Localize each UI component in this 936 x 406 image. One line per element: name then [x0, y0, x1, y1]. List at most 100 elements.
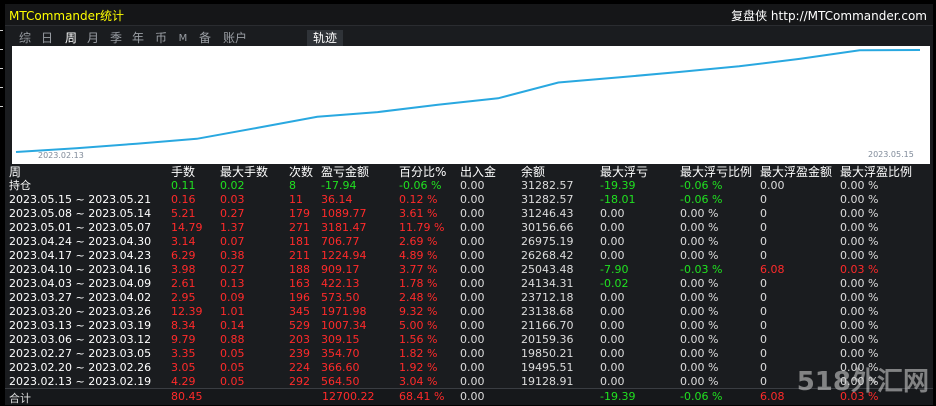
cell-maxlots: 0.88 [220, 333, 245, 346]
table-row[interactable]: 2023.04.10 ~ 2023.04.16 3.98 0.27 188 909.17… [5, 263, 933, 277]
column-header-maxddpct[interactable]: 最大浮亏比例 [680, 165, 752, 179]
column-header-maxdd[interactable]: 最大浮亏 [600, 165, 648, 179]
table-row[interactable]: 2023.04.24 ~ 2023.04.30 3.14 0.07 181 706.77… [5, 235, 933, 249]
cell-week: 2023.04.24 ~ 2023.04.30 [9, 235, 152, 248]
cell-count: 196 [289, 291, 310, 304]
cell-maxfppct: 0.03 % [840, 263, 879, 276]
cell-pct: 3.04 % [399, 375, 438, 388]
cell-week: 2023.05.15 ~ 2023.05.21 [9, 193, 152, 206]
cell-io: 0.00 [460, 347, 485, 360]
cell-pnl: 1007.34 [321, 319, 367, 332]
brand-link[interactable]: 复盘侠 http://MTCommander.com [731, 7, 927, 24]
tab-m[interactable]: M [177, 30, 189, 47]
total-pct: 68.41 % [399, 390, 445, 403]
cell-count: 529 [289, 319, 310, 332]
cell-count: 203 [289, 333, 310, 346]
cell-pnl: 1971.98 [321, 305, 367, 318]
table-row[interactable]: 2023.04.17 ~ 2023.04.23 6.29 0.38 211 1224.9… [5, 249, 933, 263]
cell-io: 0.00 [460, 333, 485, 346]
cell-maxdd: -19.39 [600, 179, 636, 192]
cell-maxfppct: 0.00 % [840, 277, 879, 290]
tab-note[interactable]: 备 [197, 30, 213, 47]
cell-maxlots: 1.37 [220, 221, 245, 234]
brand-url[interactable]: http://MTCommander.com [771, 9, 927, 23]
table-row[interactable]: 2023.04.03 ~ 2023.04.09 2.61 0.13 163 422.13… [5, 277, 933, 291]
cell-maxddpct: 0.00 % [680, 249, 719, 262]
cell-pnl: 3181.47 [321, 221, 367, 234]
cell-maxddpct: 0.00 % [680, 333, 719, 346]
cell-io: 0.00 [460, 319, 485, 332]
cell-bal: 31246.43 [521, 207, 574, 220]
cell-maxfppct: 0.00 % [840, 221, 879, 234]
brand-name: 复盘侠 [731, 9, 768, 23]
table-row[interactable]: 2023.03.27 ~ 2023.04.02 2.95 0.09 196 573.50… [5, 291, 933, 305]
cell-maxlots: 0.03 [220, 193, 245, 206]
cell-maxlots: 0.05 [220, 361, 245, 374]
window-title: MTCommander统计 [9, 9, 124, 23]
table-row[interactable]: 2023.05.15 ~ 2023.05.21 0.16 0.03 11 36.14 0.… [5, 193, 933, 207]
x-tick-label-end: 2023.05.15 [868, 150, 914, 159]
tab-trajectory[interactable]: 轨迹 [307, 30, 343, 47]
column-header-maxfppct[interactable]: 最大浮盈比例 [840, 165, 912, 179]
column-header-maxlots[interactable]: 最大手数 [220, 165, 268, 179]
column-header-lots[interactable]: 手数 [171, 165, 195, 179]
cell-week: 2023.04.10 ~ 2023.04.16 [9, 263, 152, 276]
tab-month[interactable]: 月 [85, 30, 101, 47]
cell-maxfp: 0 [760, 361, 767, 374]
column-header-io[interactable]: 出入金 [460, 165, 496, 179]
cell-maxfp: 0 [760, 207, 767, 220]
table-row[interactable]: 2023.02.20 ~ 2023.02.26 3.05 0.05 224 366.60… [5, 361, 933, 375]
ruler-tick [0, 49, 3, 50]
ruler-tick [0, 87, 3, 88]
tab-quarter[interactable]: 季 [108, 30, 124, 47]
cell-maxfp: 0 [760, 249, 767, 262]
cell-maxlots: 0.13 [220, 277, 245, 290]
cell-maxddpct: -0.03 % [680, 263, 723, 276]
cell-maxdd: 0.00 [600, 207, 625, 220]
table-row[interactable]: 2023.05.08 ~ 2023.05.14 5.21 0.27 179 1089.7… [5, 207, 933, 221]
ruler-tick [0, 68, 3, 69]
table-row[interactable]: 2023.05.01 ~ 2023.05.07 14.79 1.37 271 3181.… [5, 221, 933, 235]
table-row[interactable]: 2023.02.13 ~ 2023.02.19 4.29 0.05 292 564.50… [5, 375, 933, 389]
column-header-week[interactable]: 周 [9, 165, 21, 179]
cell-maxfppct: 0.00 % [840, 291, 879, 304]
tab-year[interactable]: 年 [130, 30, 146, 47]
tab-currency[interactable]: 币 [153, 30, 169, 47]
cell-lots: 2.61 [171, 277, 196, 290]
cell-maxddpct: 0.00 % [680, 291, 719, 304]
cell-pnl: 1224.94 [321, 249, 367, 262]
x-tick-label-start: 2023.02.13 [38, 151, 84, 160]
cell-maxfppct: 0.00 % [840, 347, 879, 360]
cell-count: 188 [289, 263, 310, 276]
cell-lots: 0.16 [171, 193, 196, 206]
cell-io: 0.00 [460, 277, 485, 290]
tab-day[interactable]: 日 [39, 30, 55, 47]
cell-lots: 5.21 [171, 207, 196, 220]
cell-io: 0.00 [460, 375, 485, 388]
table-row[interactable]: 2023.03.13 ~ 2023.03.19 8.34 0.14 529 1007.3… [5, 319, 933, 333]
column-header-maxfp[interactable]: 最大浮盈金额 [760, 165, 832, 179]
cell-maxdd: 0.00 [600, 249, 625, 262]
cell-maxddpct: 0.00 % [680, 319, 719, 332]
column-header-pct[interactable]: 百分比% [399, 165, 446, 179]
cell-maxdd: -18.01 [600, 193, 636, 206]
column-header-pnl[interactable]: 盈亏金额 [321, 165, 369, 179]
column-header-bal[interactable]: 余额 [521, 165, 545, 179]
tab-summary[interactable]: 综 [17, 30, 33, 47]
tab-account[interactable]: 账户 [221, 30, 249, 47]
cell-pct: -0.06 % [399, 179, 442, 192]
cell-bal: 26268.42 [521, 249, 574, 262]
cell-maxfp: 0 [760, 333, 767, 346]
table-row[interactable]: 2023.03.20 ~ 2023.03.26 12.39 1.01 345 1971.… [5, 305, 933, 319]
cell-maxdd: 0.00 [600, 361, 625, 374]
tab-week[interactable]: 周 [63, 30, 79, 47]
column-header-count[interactable]: 次数 [289, 165, 313, 179]
cell-count: 292 [289, 375, 310, 388]
cell-pnl: 366.60 [321, 361, 360, 374]
table-row[interactable]: 2023.02.27 ~ 2023.03.05 3.35 0.05 239 354.70… [5, 347, 933, 361]
position-row[interactable]: 持仓 0.11 0.02 8 -17.94 -0.06 % 0.00 31282.57 -19.… [5, 179, 933, 193]
cell-maxfp: 0 [760, 305, 767, 318]
table-row[interactable]: 2023.03.06 ~ 2023.03.12 9.79 0.88 203 309.15… [5, 333, 933, 347]
cell-lots: 0.11 [171, 179, 196, 192]
cell-maxfppct: 0.00 % [840, 193, 879, 206]
